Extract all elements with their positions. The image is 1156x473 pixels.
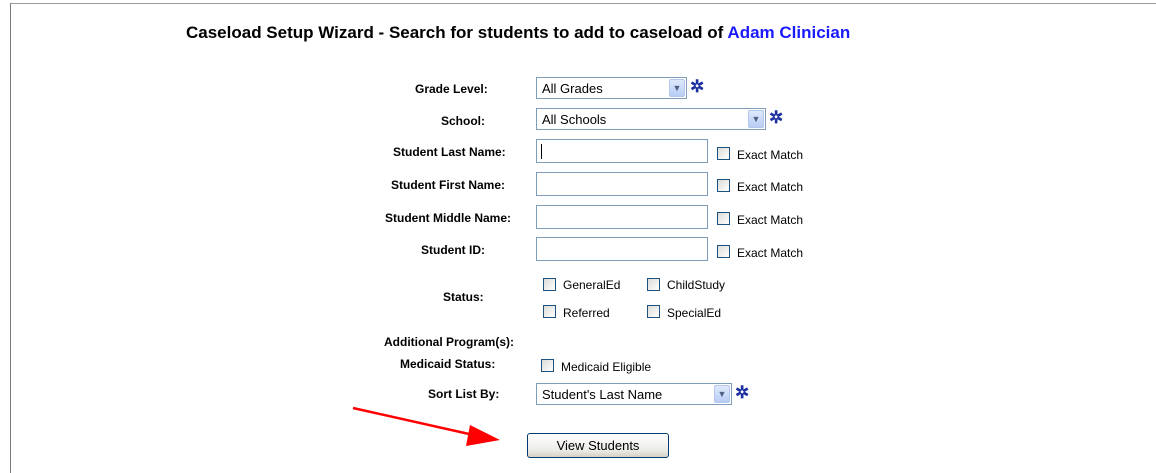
view-students-button[interactable]: View Students: [527, 433, 669, 458]
title-prefix: Caseload Setup Wizard - Search for stude…: [186, 23, 728, 42]
sort-by-value: Student's Last Name: [542, 387, 663, 402]
student-id-exact-label: Exact Match: [737, 246, 804, 260]
middle-name-exact-label: Exact Match: [737, 213, 804, 227]
chevron-down-icon[interactable]: ▼: [669, 79, 685, 97]
last-name-input[interactable]: [536, 139, 708, 163]
status-speciale-label: SpecialEd: [667, 306, 722, 320]
annotation-arrow-icon: [352, 406, 500, 446]
required-asterisk-icon: ✲: [690, 77, 705, 96]
medicaid-eligible-label: Medicaid Eligible: [561, 360, 652, 374]
first-name-label: Student First Name:: [391, 178, 506, 192]
student-id-input[interactable]: [536, 237, 708, 261]
medicaid-eligible-checkbox[interactable]: [541, 359, 554, 372]
medicaid-status-label: Medicaid Status:: [400, 357, 496, 371]
middle-name-label: Student Middle Name:: [385, 211, 512, 225]
grade-level-value: All Grades: [542, 81, 603, 96]
required-asterisk-icon: ✲: [769, 108, 784, 127]
first-name-exact-checkbox[interactable]: [717, 179, 730, 192]
student-id-label: Student ID:: [421, 243, 485, 257]
status-childstudy-label: ChildStudy: [667, 278, 726, 292]
status-generaled-checkbox[interactable]: [543, 278, 556, 291]
text-caret: [541, 144, 542, 159]
status-generaled-label: GeneralEd: [563, 278, 621, 292]
clinician-name: Adam Clinician: [727, 23, 851, 42]
chevron-down-icon[interactable]: ▼: [748, 110, 764, 128]
middle-name-exact-checkbox[interactable]: [717, 212, 730, 225]
status-speciale-checkbox[interactable]: [647, 305, 660, 318]
first-name-exact-label: Exact Match: [737, 180, 804, 194]
last-name-exact-checkbox[interactable]: [717, 147, 730, 160]
chevron-down-icon[interactable]: ▼: [714, 385, 730, 403]
additional-programs-label: Additional Program(s):: [384, 335, 515, 349]
grade-level-select[interactable]: All Grades ▼: [536, 77, 687, 99]
school-select[interactable]: All Schools ▼: [536, 108, 766, 130]
status-referred-checkbox[interactable]: [543, 305, 556, 318]
middle-name-input[interactable]: [536, 205, 708, 229]
school-value: All Schools: [542, 112, 607, 127]
student-id-exact-checkbox[interactable]: [717, 245, 730, 258]
sort-by-select[interactable]: Student's Last Name ▼: [536, 383, 732, 405]
required-asterisk-icon: ✲: [735, 383, 750, 402]
status-childstudy-checkbox[interactable]: [647, 278, 660, 291]
first-name-input[interactable]: [536, 172, 708, 196]
last-name-label: Student Last Name:: [393, 145, 506, 159]
school-label: School:: [441, 114, 485, 128]
status-referred-label: Referred: [563, 306, 610, 320]
grade-level-label: Grade Level:: [415, 82, 488, 96]
last-name-exact-label: Exact Match: [737, 148, 804, 162]
status-label: Status:: [443, 290, 484, 304]
page-title: Caseload Setup Wizard - Search for stude…: [186, 23, 850, 43]
sort-by-label: Sort List By:: [428, 387, 500, 401]
